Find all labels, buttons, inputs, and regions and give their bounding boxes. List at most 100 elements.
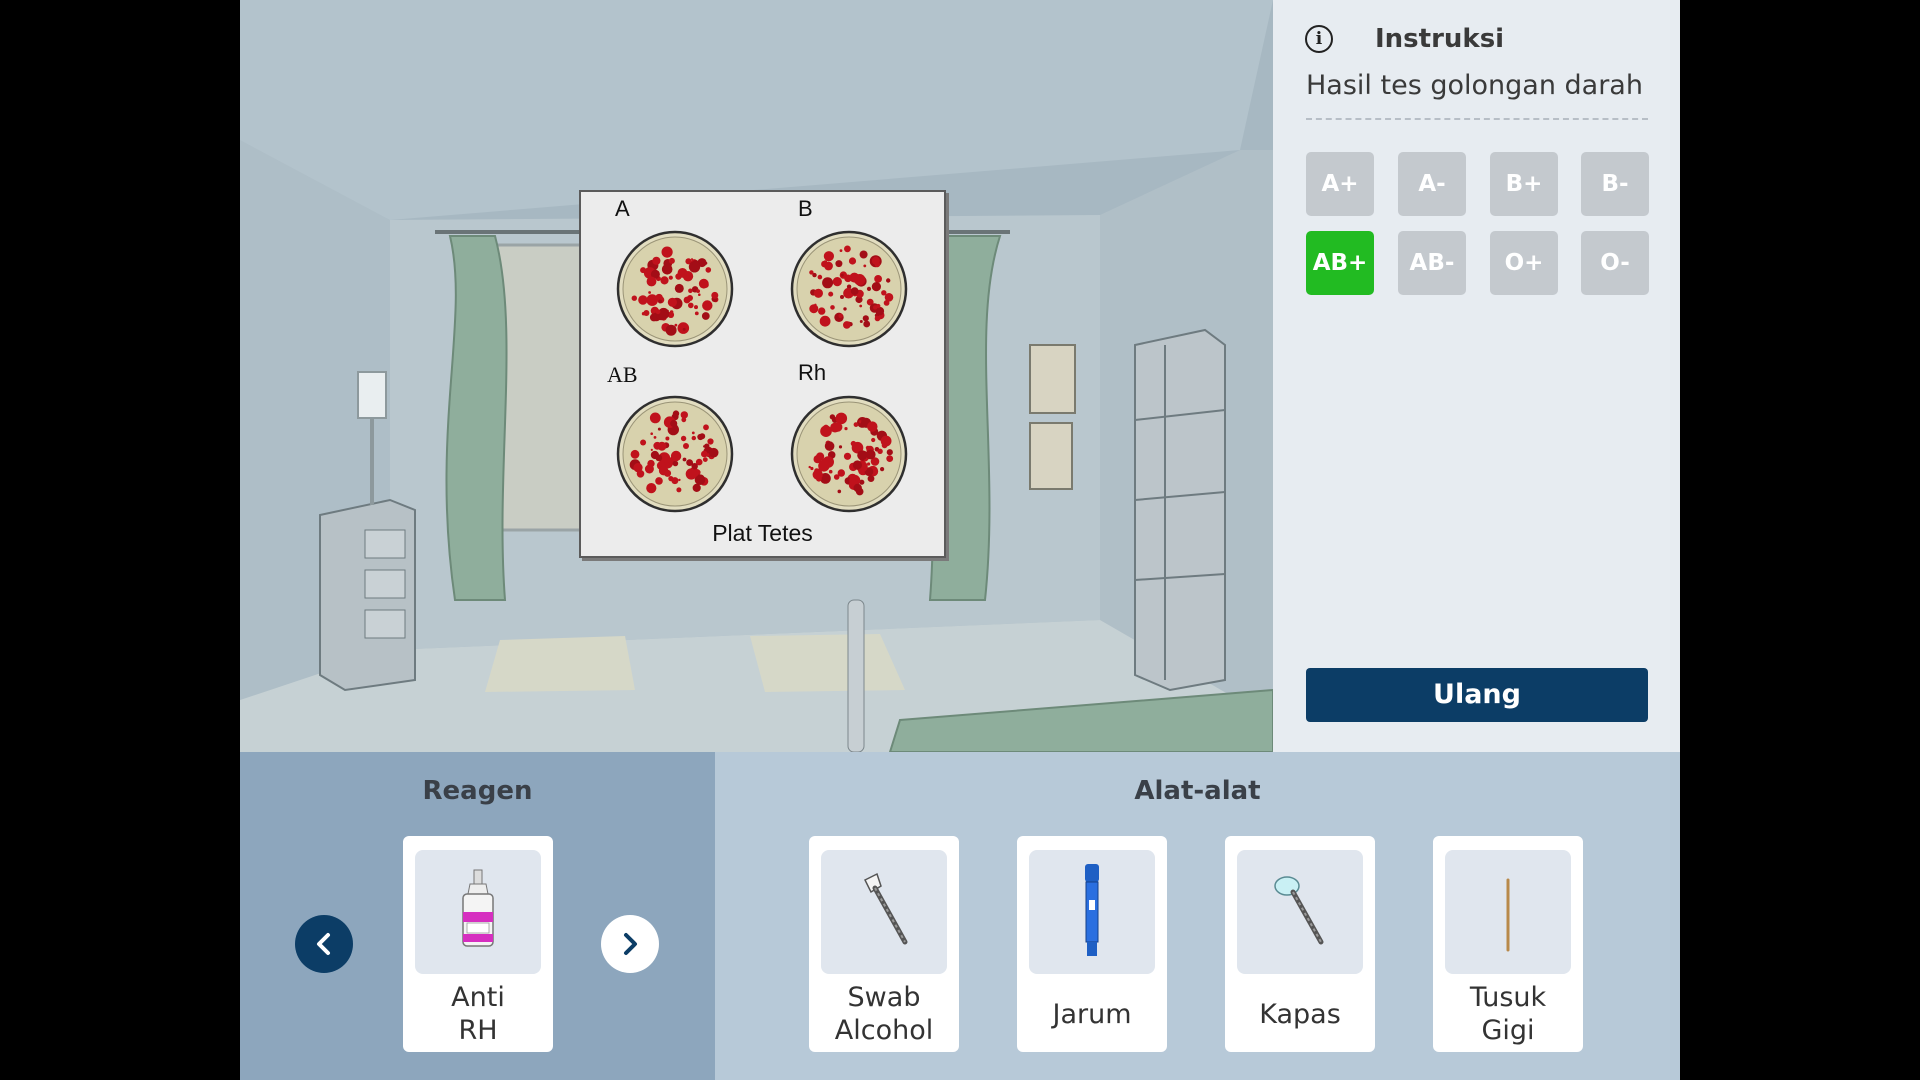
agglutination-clump (886, 455, 894, 462)
agglutination-clump (665, 436, 670, 441)
blood-type-a-neg-button[interactable]: A- (1398, 152, 1466, 216)
agglutination-clump (871, 282, 881, 292)
agglutination-clump (683, 296, 691, 304)
reset-button[interactable]: Ulang (1306, 668, 1648, 722)
instruction-title: Instruksi (1375, 24, 1505, 54)
agglutination-clump (653, 441, 662, 450)
well-rh[interactable] (789, 394, 909, 514)
tool-label: Jarum (1052, 999, 1132, 1030)
well-ab[interactable] (615, 394, 735, 514)
agglutination-clump (837, 489, 842, 494)
agglutination-clump (843, 307, 847, 311)
agglutination-clump (670, 450, 682, 462)
agglutination-clump (672, 460, 679, 467)
agglutination-clump (640, 439, 647, 446)
agglutination-clump (702, 457, 708, 462)
agglutination-clump (670, 419, 678, 428)
agglutination-clump (708, 447, 719, 458)
agglutination-clump (630, 449, 640, 459)
plate-title: Plat Tetes (712, 520, 813, 546)
agglutination-clump (702, 300, 713, 311)
agglutination-clump (649, 412, 661, 424)
app-stage: A B AB Rh Plat Tetes i Instruksi Hasil t… (240, 0, 1680, 1080)
well-b[interactable] (789, 229, 909, 349)
agglutination-clump (668, 257, 675, 264)
drop-plate: A B AB Rh Plat Tetes (579, 190, 946, 558)
agglutination-clump (638, 295, 648, 305)
agglutination-clump (672, 410, 680, 417)
agglutination-clump (655, 477, 663, 485)
blood-type-o-pos-button[interactable]: O+ (1490, 231, 1558, 295)
agglutination-clump (663, 469, 672, 477)
well-label-b: B (798, 196, 813, 221)
agglutination-clump (837, 469, 845, 477)
tool-thumb (821, 850, 947, 974)
agglutination-clump (832, 277, 842, 287)
agglutination-clump (886, 449, 893, 456)
tool-label: Swab Alcohol (834, 982, 934, 1046)
blood-type-b-pos-button[interactable]: B+ (1490, 152, 1558, 216)
alcohol-swab-icon (863, 872, 908, 945)
agglutination-clump (674, 323, 678, 327)
agglutination-clump (852, 460, 862, 470)
tool-card-jarum[interactable]: Jarum (1017, 836, 1167, 1052)
well-label-a: A (615, 196, 630, 221)
agglutination-clump (652, 256, 661, 265)
agglutination-clump (676, 487, 682, 493)
info-icon: i (1305, 25, 1333, 53)
agglutination-clump (691, 258, 693, 261)
agglutination-clump (865, 445, 870, 450)
agglutination-clump (705, 267, 712, 273)
agglutination-clump (660, 276, 669, 285)
agglutination-clump (688, 302, 694, 309)
chevron-left-icon (317, 933, 330, 955)
tool-card-kapas[interactable]: Kapas (1225, 836, 1375, 1052)
agglutination-clump (682, 327, 686, 331)
agglutination-clump (688, 288, 693, 294)
toothpick-icon (1506, 878, 1510, 952)
agglutination-clump (822, 277, 834, 289)
instruction-subtitle: Hasil tes golongan darah (1306, 70, 1643, 101)
tool-card-tusuk-gigi[interactable]: Tusuk Gigi (1433, 836, 1583, 1052)
tool-label: Tusuk Gigi (1469, 982, 1547, 1046)
agglutination-clump (843, 321, 851, 329)
agglutination-clump (677, 322, 690, 334)
agglutination-clump (668, 275, 673, 280)
well-a[interactable] (615, 229, 735, 349)
blood-type-a-pos-button[interactable]: A+ (1306, 152, 1374, 216)
agglutination-clump (853, 483, 862, 493)
agglutination-clump (880, 467, 885, 472)
next-button[interactable] (601, 915, 659, 973)
agglutination-clump (867, 421, 878, 432)
previous-button[interactable] (295, 915, 353, 973)
agglutination-clump (704, 443, 710, 449)
tool-label: Kapas (1259, 999, 1341, 1030)
agglutination-clump (835, 260, 843, 268)
agglutination-clump (884, 293, 894, 302)
agglutination-clump (655, 309, 661, 315)
agglutination-clump (694, 311, 699, 316)
agglutination-clump (830, 305, 835, 310)
agglutination-clump (696, 289, 700, 293)
agglutination-clump (816, 468, 822, 475)
agglutination-clump (650, 448, 653, 451)
agglutination-clump (631, 295, 637, 301)
agglutination-clump (669, 310, 674, 314)
blood-type-ab-pos-button[interactable]: AB+ (1306, 231, 1374, 295)
reagent-section-title: Reagen (422, 776, 533, 806)
tools-section: Alat-alat Swab Alcohol Jarum Kapas Tusuk… (715, 752, 1680, 1080)
tool-thumb (1029, 850, 1155, 974)
blood-type-b-neg-button[interactable]: B- (1581, 152, 1649, 216)
agglutination-clump (690, 262, 694, 266)
blood-type-o-neg-button[interactable]: O- (1581, 231, 1649, 295)
agglutination-clump (711, 291, 719, 299)
agglutination-clump (681, 417, 687, 423)
tool-card-swab-alcohol[interactable]: Swab Alcohol (809, 836, 959, 1052)
reagent-card-anti-rh[interactable]: Anti RH (403, 836, 553, 1052)
agglutination-clump (703, 424, 709, 431)
agglutination-clump (820, 425, 832, 437)
blood-type-ab-neg-button[interactable]: AB- (1398, 231, 1466, 295)
reagent-section: Reagen Anti RH (240, 752, 715, 1080)
agglutination-clump (837, 416, 845, 423)
agglutination-clump (863, 264, 867, 268)
